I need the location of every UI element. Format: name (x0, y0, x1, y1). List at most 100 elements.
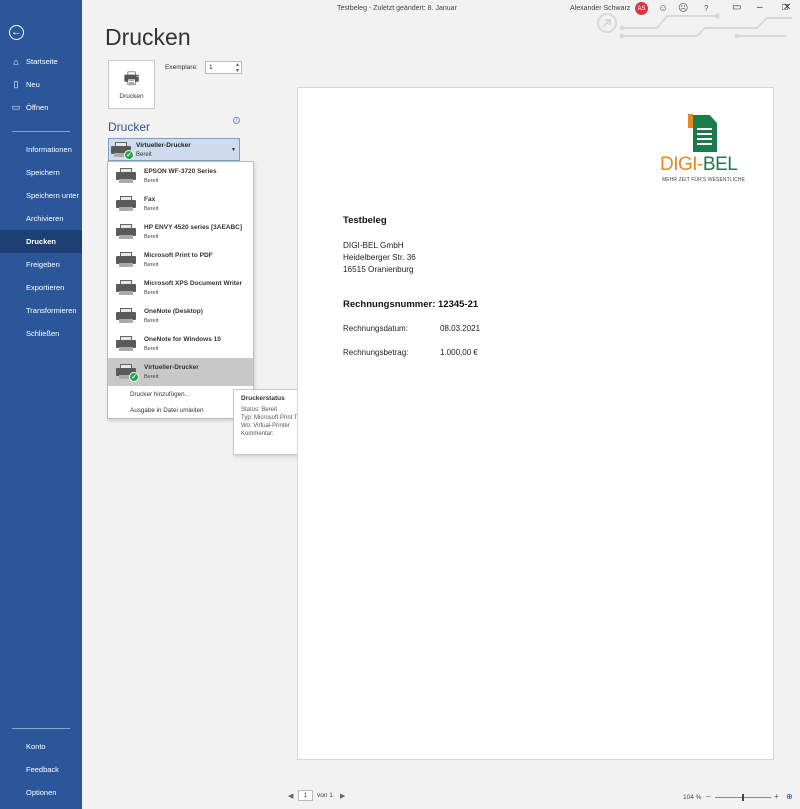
printer-option-status: Bereit (144, 290, 159, 296)
nav-optionen[interactable]: Optionen (0, 781, 82, 804)
printer-option[interactable]: OneNote (Desktop) Bereit (108, 302, 253, 330)
copies-spinner-icon[interactable]: ▲ ▼ (235, 62, 240, 74)
smiley-icon[interactable]: ☺ (658, 3, 668, 14)
copies-value: 1 (209, 64, 213, 71)
printer-option-status: Bereit (144, 346, 159, 352)
invoice-amount-value: 1.000,00 € (440, 348, 478, 357)
nav-freigeben[interactable]: Freigeben (0, 253, 82, 276)
fit-page-icon[interactable]: ⊕ (786, 792, 793, 801)
backstage-sidebar: ← ⌂ Startseite ▯ Neu ▭ Öffnen Informationen… (0, 0, 82, 809)
user-name[interactable]: Alexander Schwarz (570, 5, 630, 12)
nav-speichern-unter[interactable]: Speichern unter (0, 184, 82, 207)
print-button[interactable]: 🖶 Drucken (108, 60, 155, 109)
frown-icon[interactable]: ☹ (678, 3, 688, 14)
printer-option-name: Microsoft XPS Document Writer (144, 280, 243, 287)
window-title: Testbeleg - Zuletzt geändert: 8. Januar (337, 5, 457, 12)
document-title: Testbeleg (343, 215, 387, 226)
print-preview-page: DIGI-BEL MEHR ZEIT FÜR'S WESENTLICHE Tes… (297, 87, 774, 760)
nav-label: Startseite (26, 57, 58, 66)
nav-label: Öffnen (26, 103, 49, 112)
printer-option-name: OneNote (Desktop) (144, 308, 203, 315)
document-address: DIGI-BEL GmbH Heidelberger Str. 36 16515… (343, 240, 416, 276)
zoom-in-icon[interactable]: + (774, 792, 779, 801)
selected-printer-name: Virtueller-Drucker (136, 142, 191, 149)
nav-archivieren[interactable]: Archivieren (0, 207, 82, 230)
nav-konto[interactable]: Konto (0, 735, 82, 758)
nav-startseite[interactable]: ⌂ Startseite (0, 50, 82, 73)
printer-option-status: Bereit (144, 262, 159, 268)
address-line: 16515 Oranienburg (343, 265, 414, 274)
nav-label: Neu (26, 80, 40, 89)
printer-option[interactable]: EPSON WF-3720 Series Bereit (108, 162, 253, 190)
print-button-label: Drucken (119, 92, 144, 100)
printer-option[interactable]: Fax Bereit (108, 190, 253, 218)
printer-icon: ✓ (116, 364, 139, 382)
nav-neu[interactable]: ▯ Neu (0, 73, 82, 96)
check-icon: ✓ (129, 372, 139, 382)
printer-icon (116, 168, 136, 184)
add-printer-link[interactable]: Drucker hinzufügen... (130, 391, 190, 398)
printer-option[interactable]: HP ENVY 4520 series [3AEABC] Bereit (108, 218, 253, 246)
page-number-input[interactable]: 1 (298, 790, 313, 801)
printer-option-name: OneNote for Windows 10 (144, 336, 221, 343)
printer-option-status: Bereit (144, 206, 159, 212)
zoom-slider-handle[interactable] (742, 794, 744, 801)
logo-tagline: MEHR ZEIT FÜR'S WESENTLICHE (662, 177, 746, 183)
sidebar-divider (12, 728, 70, 729)
nav-exportieren[interactable]: Exportieren (0, 276, 82, 299)
printer-option-name: HP ENVY 4520 series [3AEABC] (144, 224, 243, 231)
home-icon: ⌂ (13, 56, 19, 67)
ribbon-display-icon[interactable]: ▭ (732, 2, 741, 13)
printer-icon (116, 224, 136, 240)
printer-icon (116, 252, 136, 268)
copies-input[interactable]: 1 ▲ ▼ (205, 61, 242, 74)
invoice-date-value: 08.03.2021 (440, 324, 481, 333)
printer-option-name: Virtueller-Drucker (144, 364, 199, 371)
printer-icon: ✓ (111, 142, 134, 160)
back-arrow-icon[interactable]: ← (9, 25, 24, 40)
address-line: DIGI-BEL GmbH (343, 241, 404, 250)
printer-option[interactable]: OneNote for Windows 10 Bereit (108, 330, 253, 358)
copies-label: Exemplare: (165, 64, 198, 71)
printer-option-status: Bereit (144, 318, 159, 324)
sidebar-divider (12, 131, 70, 132)
help-icon[interactable]: ? (704, 4, 708, 13)
invoice-number: Rechnungsnummer: 12345-21 (343, 299, 479, 310)
nav-transformieren[interactable]: Transformieren (0, 299, 82, 322)
printer-section-heading: Drucker (108, 120, 151, 134)
minimize-icon[interactable]: – (757, 2, 763, 13)
check-icon: ✓ (124, 150, 134, 160)
avatar[interactable]: AS (635, 2, 648, 15)
nav-schliessen[interactable]: Schließen (0, 322, 82, 345)
print-to-file-option[interactable]: Ausgabe in Datei umleiten (130, 407, 204, 414)
nav-oeffnen[interactable]: ▭ Öffnen (0, 96, 82, 119)
chevron-down-icon: ▼ (231, 147, 236, 153)
nav-drucken[interactable]: Drucken (0, 230, 82, 253)
printer-icon (116, 280, 136, 296)
nav-informationen[interactable]: Informationen (0, 138, 82, 161)
printer-dropdown[interactable]: ✓ Virtueller-Drucker Bereit ▼ (108, 138, 240, 161)
fax-icon (116, 196, 136, 212)
next-page-icon[interactable]: ▶ (340, 792, 345, 800)
invoice-amount-label: Rechnungsbetrag: (343, 348, 409, 357)
document-logo-icon (688, 114, 717, 152)
invoice-date-label: Rechnungsdatum: (343, 324, 408, 333)
nav-feedback[interactable]: Feedback (0, 758, 82, 781)
zoom-out-icon[interactable]: – (706, 792, 710, 801)
close-icon[interactable]: ✕ (783, 2, 791, 13)
page-count: von 1 (317, 792, 333, 799)
printer-icon (116, 308, 136, 324)
printer-option[interactable]: Microsoft Print to PDF Bereit (108, 246, 253, 274)
previous-page-icon[interactable]: ◀ (288, 792, 293, 800)
nav-speichern[interactable]: Speichern (0, 161, 82, 184)
info-icon[interactable]: i (233, 117, 240, 124)
printer-option-status: Bereit (144, 234, 159, 240)
title-bar: Testbeleg - Zuletzt geändert: 8. Januar … (82, 0, 800, 39)
printer-list: EPSON WF-3720 Series Bereit Fax Bereit H… (107, 161, 254, 419)
printer-option[interactable]: Microsoft XPS Document Writer Bereit (108, 274, 253, 302)
printer-option-selected[interactable]: ✓ Virtueller-Drucker Bereit (108, 358, 253, 386)
address-line: Heidelberger Str. 36 (343, 253, 416, 262)
logo-wordmark: DIGI-BEL (660, 154, 738, 175)
printer-option-name: EPSON WF-3720 Series (144, 168, 217, 175)
printer-icon (116, 336, 136, 352)
